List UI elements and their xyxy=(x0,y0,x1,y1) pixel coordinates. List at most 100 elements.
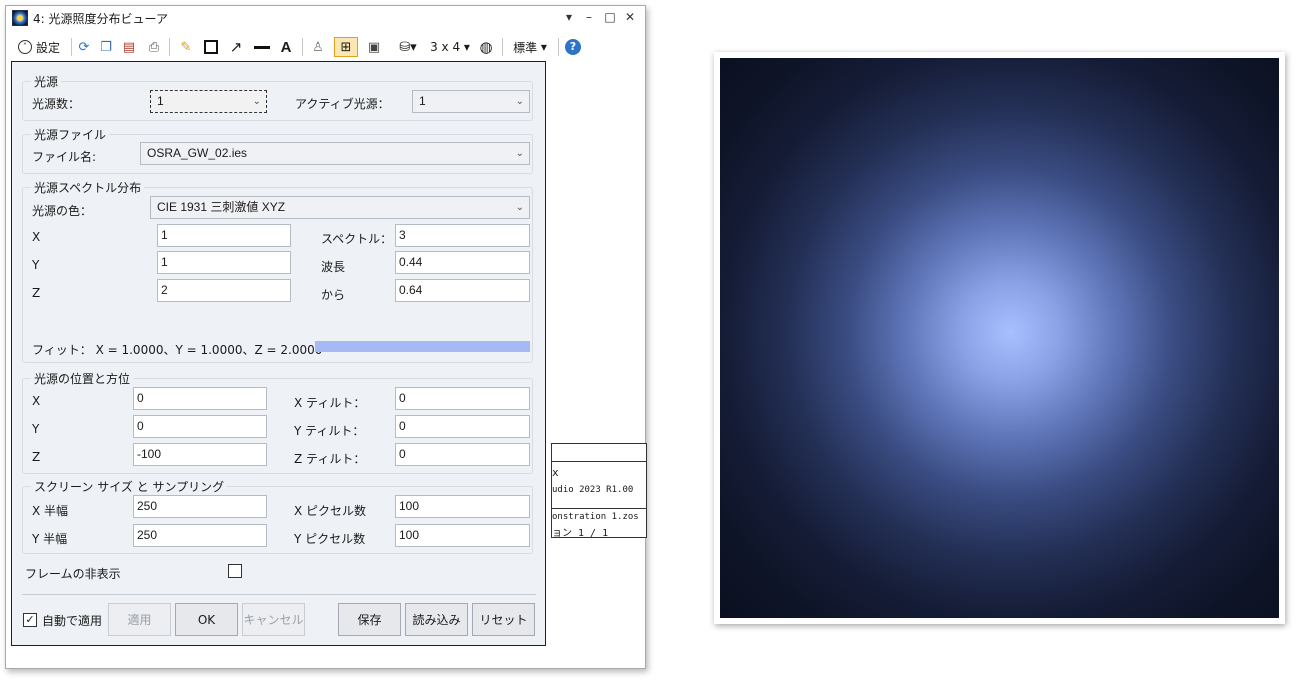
info-line-3: onstration 1.zos xyxy=(552,512,639,522)
fit-color-swatch xyxy=(315,341,530,352)
hide-frame-checkbox[interactable] xyxy=(228,564,242,578)
spectrum-y-label: Y xyxy=(32,258,40,272)
source-color-label: 光源の色： xyxy=(32,204,93,218)
spectrum-x-input[interactable]: 1 xyxy=(157,224,291,247)
rectangle-icon[interactable] xyxy=(200,37,222,57)
save-button[interactable]: 保存 xyxy=(338,603,401,636)
source-file-group-title: 光源ファイル xyxy=(31,126,110,143)
y-half-width-input[interactable]: 250 xyxy=(133,524,267,547)
source-count-select[interactable]: 1 ⌄ xyxy=(150,90,267,113)
info-line-2: udio 2023 R1.00 xyxy=(552,485,634,495)
settings-panel: 光源 光源数： 1 ⌄ アクティブ光源： 1 ⌄ 光源ファイル ファイル名: OSR… xyxy=(11,61,546,646)
info-divider xyxy=(552,461,646,462)
info-divider xyxy=(552,508,646,509)
auto-apply-checkbox[interactable]: ✓ xyxy=(23,613,37,627)
active-source-select[interactable]: 1 ⌄ xyxy=(412,90,530,113)
info-line-1: x xyxy=(552,466,559,479)
toolbar-separator xyxy=(502,38,503,56)
spectrum-z-input[interactable]: 2 xyxy=(157,279,291,302)
stamp-icon[interactable]: ♙ xyxy=(308,37,328,57)
apply-button[interactable]: 適用 xyxy=(108,603,171,636)
standard-dropdown[interactable]: 標準 ▾ xyxy=(507,37,553,57)
source-color-value: CIE 1931 三刺激値 XYZ xyxy=(157,200,286,214)
toolbar-separator xyxy=(169,38,170,56)
y-tilt-input[interactable]: 0 xyxy=(395,415,530,438)
text-icon[interactable]: A xyxy=(276,37,296,57)
position-y-input[interactable]: 0 xyxy=(133,415,267,438)
spectrum-x-label: X xyxy=(32,230,41,244)
settings-button[interactable]: ˄ 設定 xyxy=(11,37,67,57)
chevron-down-icon: ⌄ xyxy=(252,96,261,107)
footer-divider xyxy=(22,594,536,595)
chevron-up-icon: ˄ xyxy=(17,40,32,54)
window-title: 4: 光源照度分布ビューア xyxy=(33,12,169,26)
grid-icon[interactable]: ⊞ xyxy=(334,37,358,57)
reset-button[interactable]: リセット xyxy=(472,603,535,636)
maximize-icon[interactable]: □ xyxy=(602,9,618,25)
file-name-label: ファイル名: xyxy=(32,150,97,164)
load-button[interactable]: 読み込み xyxy=(405,603,468,636)
fit-result-text: フィット： X = 1.0000、Y = 1.0000、Z = 2.0000 xyxy=(32,343,323,357)
minimize-icon[interactable]: – xyxy=(581,9,597,25)
y-pixels-input[interactable]: 100 xyxy=(395,524,530,547)
plot-info-box: x udio 2023 R1.00 onstration 1.zos ョン 1 … xyxy=(551,443,647,539)
auto-apply-label: 自動で適用 xyxy=(42,614,103,628)
x-pixels-input[interactable]: 100 xyxy=(395,495,530,518)
cancel-button[interactable]: キャンセル xyxy=(242,603,305,636)
line-icon[interactable] xyxy=(251,37,273,57)
help-icon[interactable]: ? xyxy=(563,37,583,57)
wavelength-label: 波長 xyxy=(321,260,346,274)
wavelength-input[interactable]: 0.44 xyxy=(395,251,530,274)
app-icon xyxy=(12,10,28,26)
position-group-title: 光源の位置と方位 xyxy=(31,370,134,387)
spectrum-z-label: Z xyxy=(32,286,41,300)
y-pixels-label: Y ピクセル数 xyxy=(294,532,366,546)
toolbar-separator xyxy=(71,38,72,56)
spectrum-y-input[interactable]: 1 xyxy=(157,251,291,274)
position-z-input[interactable]: -100 xyxy=(133,443,267,466)
pencil-icon[interactable]: ✎ xyxy=(176,37,196,57)
chevron-down-icon: ⌄ xyxy=(515,148,524,159)
active-source-label: アクティブ光源： xyxy=(295,97,390,111)
layout-label: 3 x 4 xyxy=(430,40,461,54)
clock-icon[interactable]: ◍ xyxy=(476,37,496,57)
spectrum-group-title: 光源スペクトル分布 xyxy=(31,179,145,196)
layout-dropdown[interactable]: 3 x 4 ▾ xyxy=(428,37,472,57)
refresh-icon[interactable]: ⟳ xyxy=(74,37,94,57)
standard-label: 標準 xyxy=(513,40,538,55)
wavelength-to-input[interactable]: 0.64 xyxy=(395,279,530,302)
spectrum-count-label: スペクトル： xyxy=(321,232,393,246)
position-z-label: Z xyxy=(32,450,41,464)
toolbar-separator xyxy=(558,38,559,56)
z-tilt-label: Z ティルト： xyxy=(294,452,366,466)
y-tilt-label: Y ティルト： xyxy=(294,424,365,438)
source-group-title: 光源 xyxy=(31,73,62,90)
position-x-input[interactable]: 0 xyxy=(133,387,267,410)
file-name-select[interactable]: OSRA_GW_02.ies ⌄ xyxy=(140,142,530,165)
window-icon[interactable]: ▣ xyxy=(364,37,384,57)
title-bar: 4: 光源照度分布ビューア ▾ – □ ✕ xyxy=(6,6,645,30)
active-source-value: 1 xyxy=(419,94,426,108)
export-icon[interactable]: ▤ xyxy=(119,37,139,57)
info-line-4: ョン 1 / 1 xyxy=(552,528,609,539)
x-half-width-input[interactable]: 250 xyxy=(133,495,267,518)
x-half-width-label: X 半幅 xyxy=(32,504,69,518)
toolbar: ˄ 設定 ⟳ ❐ ▤ ⎙ ✎ ↗ A ♙ ⊞ ▣ ⛁▾ 3 x 4 ▾ ◍ 標準… xyxy=(6,34,645,60)
layers-icon[interactable]: ⛁▾ xyxy=(392,37,424,57)
chevron-down-icon: ⌄ xyxy=(515,96,524,107)
screen-group-title: スクリーン サイズ と サンプリング xyxy=(31,478,228,495)
print-icon[interactable]: ⎙ xyxy=(143,37,165,57)
x-tilt-input[interactable]: 0 xyxy=(395,387,530,410)
chevron-down-icon: ⌄ xyxy=(515,202,524,213)
x-pixels-label: X ピクセル数 xyxy=(294,504,367,518)
copy-icon[interactable]: ❐ xyxy=(96,37,116,57)
source-count-label: 光源数： xyxy=(32,97,81,111)
source-color-select[interactable]: CIE 1931 三刺激値 XYZ ⌄ xyxy=(150,196,530,219)
arrow-icon[interactable]: ↗ xyxy=(225,37,247,57)
spectrum-count-input[interactable]: 3 xyxy=(395,224,530,247)
dropdown-icon[interactable]: ▾ xyxy=(561,9,577,25)
close-icon[interactable]: ✕ xyxy=(622,9,638,25)
ok-button[interactable]: OK xyxy=(175,603,238,636)
z-tilt-input[interactable]: 0 xyxy=(395,443,530,466)
position-x-label: X xyxy=(32,394,41,408)
